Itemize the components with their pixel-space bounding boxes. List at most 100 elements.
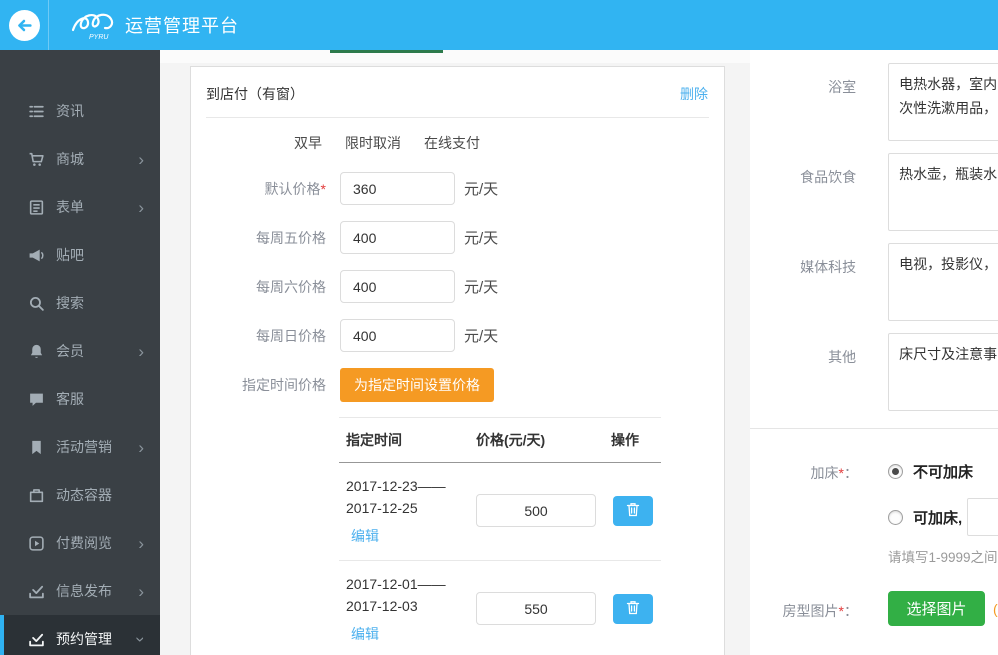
sidebar-item-forms[interactable]: 表单 › [0,183,160,231]
chevron-right-icon: › [138,341,144,361]
page-title: 运营管理平台 [125,16,239,36]
price-unit: 元/天 [464,181,499,198]
col-header-date: 指定时间 [346,432,402,448]
row-price-input[interactable] [476,494,596,527]
back-button[interactable] [0,0,49,50]
sidebar-item-container[interactable]: 动态容器 [0,471,160,519]
media-label: 媒体科技 [800,259,857,275]
room-image-label: 房型图片*： [782,603,858,619]
room-card-title: 到店付（有窗） [206,86,304,102]
sidebar-item-label: 贴吧 [56,247,84,263]
friday-price-input[interactable] [340,221,455,254]
price-unit: 元/天 [464,328,499,345]
delete-room-link[interactable]: 删除 [680,84,708,104]
booking-icon [28,631,45,648]
special-price-table: 指定时间 价格(元/天) 操作 2017-12-23—— 2017-12-25 … [339,417,661,655]
sidebar-item-info-publish[interactable]: 信息发布 › [0,567,160,615]
list-icon [28,103,45,120]
saturday-price-input[interactable] [340,270,455,303]
price-unit: 元/天 [464,279,499,296]
delete-row-button[interactable] [613,593,653,624]
trash-icon [626,600,640,618]
media-textarea[interactable]: 电视，投影仪， [888,243,998,321]
sidebar-item-news[interactable]: 资讯 [0,87,160,135]
chevron-right-icon: › [138,437,144,457]
default-price-label: 默认价格* [264,180,326,197]
default-price-input[interactable] [340,172,455,205]
edit-link[interactable]: 编辑 [351,624,379,644]
cart-icon [28,151,45,168]
edit-link[interactable]: 编辑 [351,526,379,546]
date-range-end: 2017-12-03 [346,598,418,614]
svg-text:PYRU: PYRU [89,34,109,41]
radio-selected-icon[interactable] [888,464,903,479]
sidebar-item-label: 预约管理 [56,631,112,647]
facility-panel: 浴室 电热水器，室内 次性洗漱用品， 食品饮食 热水壶，瓶装水 媒体科技 电视，… [750,50,998,655]
form-icon [28,199,45,216]
sidebar-item-label: 付费阅览 [56,535,112,551]
sidebar-item-label: 动态容器 [56,487,112,503]
sidebar-item-booking[interactable]: 预约管理 › [0,615,160,655]
pyru-logo: PYRU [69,8,121,42]
saturday-price-label: 每周六价格 [256,278,326,295]
delete-row-button[interactable] [613,495,653,526]
media-row: 媒体科技 电视，投影仪， [750,243,998,321]
chevron-right-icon: › [138,197,144,217]
set-special-price-button[interactable]: 为指定时间设置价格 [340,368,494,402]
card-divider [206,117,709,118]
radio-unselected-icon[interactable] [888,509,903,525]
chevron-right-icon: › [138,149,144,169]
panel-divider [750,428,998,429]
extra-bed-label: 加床*： [810,465,858,481]
partial-button-underline [330,50,443,53]
no-extra-bed-option-label: 不可加床 [913,464,974,481]
sidebar-item-tieba[interactable]: 贴吧 [0,231,160,279]
date-range-start: 2017-12-23—— [346,478,446,494]
chevron-right-icon: › [138,533,144,553]
sidebar-item-label: 会员 [56,343,84,359]
sidebar-item-label: 商城 [56,151,84,167]
sidebar-item-label: 客服 [56,391,84,407]
sidebar: 资讯 商城 › 表单 › 贴吧 搜索 会员 › 客服 活动营销 › 动态容器 付 [0,50,160,655]
sidebar-item-service[interactable]: 客服 [0,375,160,423]
food-label: 食品饮食 [800,169,857,185]
room-image-row: 房型图片*： 选择图片 ( [750,591,998,626]
sidebar-item-label: 搜索 [56,295,84,311]
table-row: 2017-12-23—— 2017-12-25 编辑 [339,463,661,561]
bathroom-textarea[interactable]: 电热水器，室内 次性洗漱用品， [888,63,998,141]
friday-price-label: 每周五价格 [256,229,326,246]
room-price-card: 到店付（有窗） 删除 双早 限时取消 在线支付 默认价格* 元/天 每周五价格 … [190,66,725,655]
bathroom-label: 浴室 [828,79,857,95]
sidebar-item-search[interactable]: 搜索 [0,279,160,327]
app-header: PYRU 运营管理平台 [0,0,998,50]
image-hint-fragment: ( [993,601,998,617]
other-row: 其他 床尺寸及注意事 [750,333,998,411]
col-header-action: 操作 [611,432,639,448]
bell-icon [28,343,45,360]
active-indicator [0,615,4,655]
megaphone-icon [28,247,45,264]
food-row: 食品饮食 热水壶，瓶装水 [750,153,998,231]
extra-bed-count-input[interactable] [967,498,998,536]
sidebar-item-mall[interactable]: 商城 › [0,135,160,183]
other-textarea[interactable]: 床尺寸及注意事 [888,333,998,411]
container-icon [28,487,45,504]
col-header-price: 价格(元/天) [476,432,546,448]
extra-bed-allowed-option[interactable]: 可加床, [888,498,998,536]
no-extra-bed-option[interactable]: 不可加床 [888,461,998,482]
extra-bed-allowed-option-label: 可加床, [913,509,963,527]
row-price-input[interactable] [476,592,596,625]
sidebar-item-paid-reading[interactable]: 付费阅览 › [0,519,160,567]
sunday-price-label: 每周日价格 [256,327,326,344]
food-textarea[interactable]: 热水壶，瓶装水 [888,153,998,231]
sunday-price-input[interactable] [340,319,455,352]
price-unit: 元/天 [464,230,499,247]
play-icon [28,535,45,552]
required-mark: * [320,180,326,197]
publish-icon [28,583,45,600]
sidebar-item-members[interactable]: 会员 › [0,327,160,375]
sidebar-item-marketing[interactable]: 活动营销 › [0,423,160,471]
choose-image-button[interactable]: 选择图片 [888,591,985,626]
room-tags: 双早 限时取消 在线支付 [294,133,724,153]
chevron-right-icon: › [138,581,144,601]
